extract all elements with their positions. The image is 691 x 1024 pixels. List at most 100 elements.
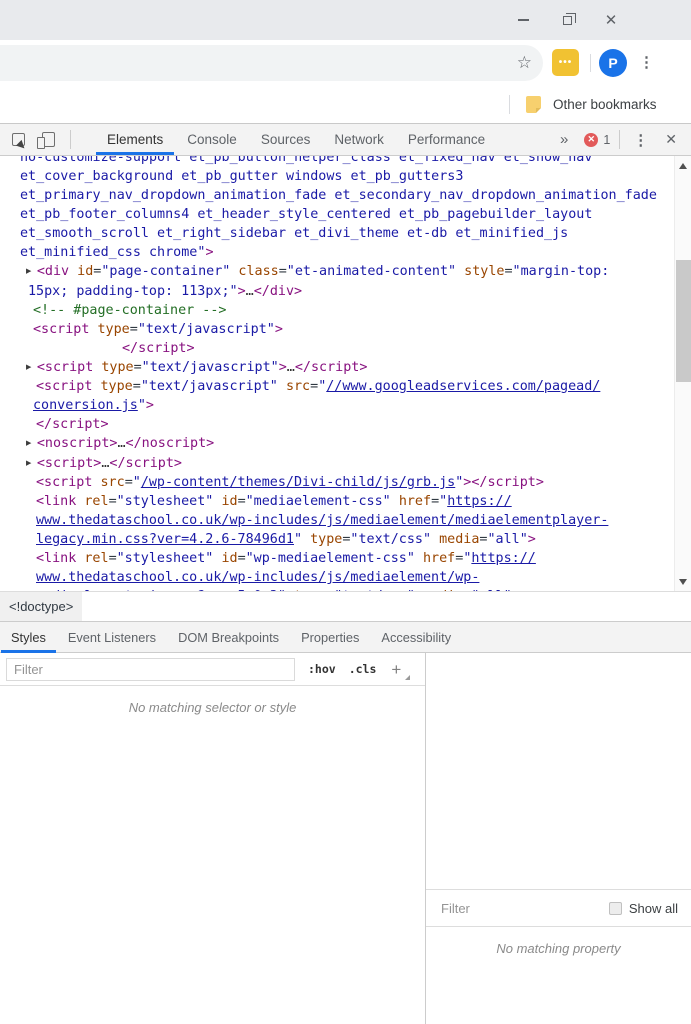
scrollbar-thumb[interactable] <box>676 260 691 382</box>
restore-down-icon <box>562 12 576 25</box>
code-line[interactable]: </script> <box>0 339 691 358</box>
expand-arrow-icon[interactable]: ▶ <box>26 439 37 449</box>
toolbar-divider <box>619 130 621 149</box>
code-line[interactable]: <link rel="stylesheet" id="wp-mediaeleme… <box>0 549 691 568</box>
code-line[interactable]: ▶ <script>…</script> <box>0 454 691 474</box>
computed-pane-spacer <box>426 653 691 889</box>
code-line[interactable]: www.thedataschool.co.uk/wp-includes/js/m… <box>0 568 691 587</box>
expand-arrow-icon[interactable]: ▶ <box>26 267 37 277</box>
expand-arrow-icon[interactable]: ▶ <box>26 362 37 372</box>
close-window-icon: ✕ <box>604 11 618 29</box>
devtools-panel: Elements Console Sources Network Performance… <box>0 123 691 1024</box>
computed-filter-row: Show all <box>426 889 691 927</box>
code-line[interactable]: ▶ <noscript>…</noscript> <box>0 434 691 454</box>
code-line[interactable]: 15px; padding-top: 113px;">…</div> <box>0 282 691 301</box>
breadcrumb-bar: <!doctype> <box>0 591 691 621</box>
code-line[interactable]: et_minified_css chrome"> <box>0 243 691 262</box>
profile-avatar[interactable]: P <box>599 49 627 77</box>
devtools-toolbar: Elements Console Sources Network Performance… <box>0 124 691 156</box>
bookmark-star-icon[interactable]: ☆ <box>517 52 532 73</box>
window-close-button[interactable]: ✕ <box>589 0 633 40</box>
scroll-up-button[interactable] <box>675 157 691 174</box>
extension-icon[interactable]: ••• <box>552 49 579 76</box>
sidebar-tab-strip: Styles Event Listeners DOM Breakpoints Prop… <box>0 621 691 653</box>
devtools-tab-network[interactable]: Network <box>322 124 396 155</box>
sidebar-tab-dom-breakpoints[interactable]: DOM Breakpoints <box>167 622 290 652</box>
new-style-rule-button[interactable]: + <box>391 659 411 680</box>
devtools-tab-performance[interactable]: Performance <box>396 124 497 155</box>
styles-empty-message: No matching selector or style <box>128 700 297 715</box>
elements-tree[interactable]: no-customize-support et_pb_button_helper… <box>0 156 691 591</box>
sidebar-tab-event-listeners[interactable]: Event Listeners <box>57 622 167 652</box>
minimize-icon <box>517 19 529 21</box>
window-restore-button[interactable] <box>545 0 589 40</box>
plus-icon: + <box>391 659 402 679</box>
computed-pane: Show all No matching property <box>425 653 691 1024</box>
browser-menu-kebab-icon[interactable]: ⋮ <box>639 53 654 71</box>
sidebar-panes: :hov .cls + No matching selector or styl… <box>0 653 691 1024</box>
other-bookmarks-folder-icon <box>526 96 541 113</box>
bookmarks-separator <box>509 95 510 114</box>
computed-empty-message: No matching property <box>496 941 621 956</box>
code-line[interactable]: www.thedataschool.co.uk/wp-includes/js/m… <box>0 511 691 530</box>
styles-filter-input[interactable] <box>6 657 295 681</box>
browser-toolbar: ☆ ••• P ⋮ <box>0 40 691 86</box>
devtools-menu-kebab-icon[interactable]: ⋮ <box>633 131 648 149</box>
address-bar[interactable]: ☆ <box>0 45 543 81</box>
window-controls: ✕ <box>501 0 691 40</box>
devtools-tab-sources[interactable]: Sources <box>249 124 323 155</box>
styles-filter-row: :hov .cls + <box>0 653 425 686</box>
sidebar-tab-accessibility[interactable]: Accessibility <box>370 622 462 652</box>
styles-pane: :hov .cls + No matching selector or styl… <box>0 653 425 1024</box>
code-line[interactable]: mediaelement.min.css?ver=5.0.3" type="te… <box>0 587 691 591</box>
extension-dots-icon: ••• <box>558 56 573 68</box>
code-line[interactable]: et_smooth_scroll et_right_sidebar et_div… <box>0 224 691 243</box>
code-line[interactable]: <script type="text/javascript" src="//ww… <box>0 377 691 396</box>
window-minimize-button[interactable] <box>501 0 545 40</box>
bookmarks-bar: Other bookmarks <box>0 86 691 123</box>
show-all-control[interactable]: Show all <box>608 900 678 916</box>
code-line[interactable]: et_pb_footer_columns4 et_header_style_ce… <box>0 205 691 224</box>
code-line[interactable]: <link rel="stylesheet" id="mediaelement-… <box>0 492 691 511</box>
other-bookmarks-button[interactable]: Other bookmarks <box>553 97 657 112</box>
code-line[interactable]: conversion.js"> <box>0 396 691 415</box>
code-line[interactable]: legacy.min.css?ver=4.2.6-78496d1" type="… <box>0 530 691 549</box>
more-tabs-icon[interactable]: » <box>560 131 568 148</box>
sidebar-tab-properties[interactable]: Properties <box>290 622 370 652</box>
code-line[interactable]: no-customize-support et_pb_button_helper… <box>0 156 691 167</box>
devtools-close-icon[interactable]: ✕ <box>665 131 677 148</box>
device-toolbar-icon[interactable] <box>37 132 55 149</box>
devtools-toolbar-right: » ✕ 1 ⋮ ✕ <box>560 130 691 149</box>
show-all-checkbox[interactable] <box>608 901 622 915</box>
element-classes-button[interactable]: .cls <box>349 662 377 676</box>
code-line[interactable]: </script> <box>0 415 691 434</box>
code-line[interactable]: et_primary_nav_dropdown_animation_fade e… <box>0 186 691 205</box>
code-line[interactable]: ▶ <div id="page-container" class="et-ani… <box>0 262 691 282</box>
devtools-tab-elements[interactable]: Elements <box>95 124 175 155</box>
window-titlebar: ✕ <box>0 0 691 40</box>
code-line[interactable]: <!-- #page-container --> <box>0 301 691 320</box>
error-count[interactable]: 1 <box>603 133 610 147</box>
code-line[interactable]: <script src="/wp-content/themes/Divi-chi… <box>0 473 691 492</box>
inspect-element-icon[interactable] <box>12 133 25 146</box>
computed-filter-input[interactable] <box>439 899 549 917</box>
expand-arrow-icon[interactable]: ▶ <box>26 458 37 468</box>
error-badge-icon[interactable]: ✕ <box>584 132 599 147</box>
code-line[interactable]: ▶ <script type="text/javascript">…</scri… <box>0 358 691 378</box>
devtools-tab-console[interactable]: Console <box>175 124 249 155</box>
dropdown-corner-icon <box>405 674 411 680</box>
scroll-up-icon <box>679 162 687 169</box>
elements-tree-content: no-customize-support et_pb_button_helper… <box>0 156 691 591</box>
toolbar-separator <box>590 54 591 72</box>
devtools-tab-strip: Elements Console Sources Network Performance <box>95 124 497 155</box>
code-line[interactable]: <script type="text/javascript"> <box>0 320 691 339</box>
scroll-down-button[interactable] <box>675 573 691 590</box>
sidebar-tab-styles[interactable]: Styles <box>0 622 57 653</box>
elements-scrollbar[interactable] <box>674 156 691 591</box>
toggle-element-state-button[interactable]: :hov <box>308 662 336 676</box>
scroll-down-icon <box>679 578 687 585</box>
code-line[interactable]: et_cover_background et_pb_gutter windows… <box>0 167 691 186</box>
breadcrumb-doctype[interactable]: <!doctype> <box>0 592 83 621</box>
toolbar-divider <box>70 130 71 149</box>
show-all-label: Show all <box>628 900 678 916</box>
